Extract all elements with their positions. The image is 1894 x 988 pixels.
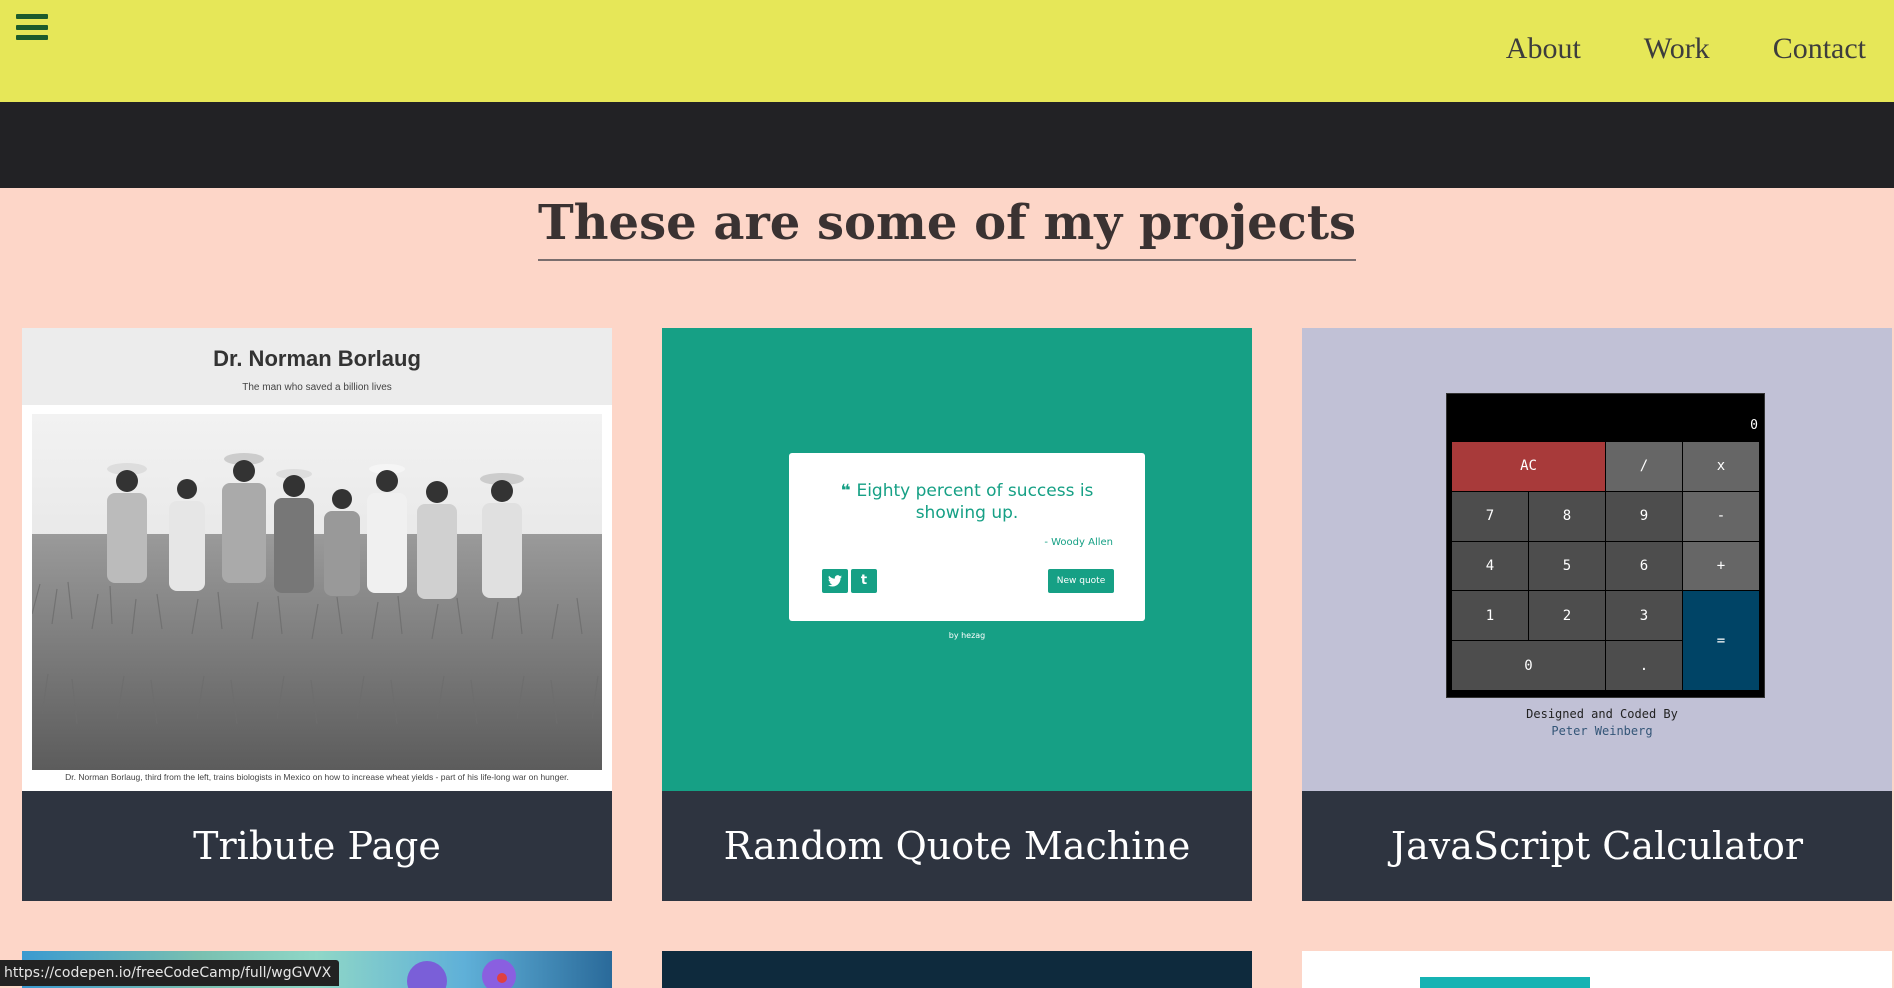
project-thumbnail: 0 AC / x 7 8 9 - 4 5 6 + 1 2 3 = 0 . Des… [1302,328,1892,791]
tribute-subheading: The man who saved a billion lives [242,382,392,393]
calculator-credit: Designed and Coded By Peter Weinberg [1302,706,1892,740]
nav-link-contact[interactable]: Contact [1773,32,1866,66]
quote-text-content: Eighty percent of success is showing up. [856,481,1094,523]
quote-icon: ❝ [840,481,857,501]
project-thumbnail: Dr. Norman Borlaug The man who saved a b… [22,328,612,791]
tribute-heading: Dr. Norman Borlaug [213,346,421,371]
project-title[interactable]: Random Quote Machine [662,791,1252,901]
quote-box: ❝ Eighty percent of success is showing u… [789,453,1145,621]
calculator-body: 0 AC / x 7 8 9 - 4 5 6 + 1 2 3 = 0 . [1446,393,1765,698]
quote-text: ❝ Eighty percent of success is showing u… [809,480,1125,524]
tumblr-button[interactable]: t [851,569,877,593]
calculator-keypad: AC / x 7 8 9 - 4 5 6 + 1 2 3 = 0 . [1452,442,1759,690]
hamburger-line [16,35,48,40]
nav-link-work[interactable]: Work [1644,32,1710,66]
calculator-display: 0 [1750,418,1758,433]
tribute-header: Dr. Norman Borlaug The man who saved a b… [22,328,612,405]
teal-bar [1420,977,1590,988]
calc-key-4[interactable]: 4 [1452,541,1528,591]
calc-key-equals[interactable]: = [1683,591,1759,690]
section-header: These are some of my projects [0,193,1894,261]
hamburger-menu-icon[interactable] [16,14,48,40]
credit-line-2: Peter Weinberg [1551,724,1653,738]
project-card-partial[interactable] [662,951,1252,988]
project-thumbnail: ❝ Eighty percent of success is showing u… [662,328,1252,791]
status-bar-url: https://codepen.io/freeCodeCamp/full/wgG… [0,960,340,986]
credit-line-1: Designed and Coded By [1526,707,1678,721]
map-blob [497,973,507,983]
calc-key-7[interactable]: 7 [1452,491,1528,541]
calc-key-decimal[interactable]: . [1606,641,1682,690]
quote-byline: by hezag [948,631,986,640]
calc-key-ac[interactable]: AC [1452,442,1605,491]
new-quote-button[interactable]: New quote [1048,569,1114,593]
tribute-caption: Dr. Norman Borlaug, third from the left,… [65,772,569,782]
nav-link-about[interactable]: About [1506,32,1581,66]
calc-key-3[interactable]: 3 [1606,591,1682,641]
calc-key-9[interactable]: 9 [1606,491,1682,541]
calc-key-5[interactable]: 5 [1529,541,1605,591]
hamburger-line [16,24,48,30]
calc-key-divide[interactable]: / [1606,442,1682,491]
project-card-tribute-page[interactable]: Dr. Norman Borlaug The man who saved a b… [22,328,612,901]
calc-key-2[interactable]: 2 [1529,591,1605,641]
project-card-random-quote-machine[interactable]: ❝ Eighty percent of success is showing u… [662,328,1252,901]
twitter-icon[interactable] [822,569,848,593]
map-blob [407,961,447,988]
wheat-field-photo [32,414,602,770]
navbar: About Work Contact [0,0,1894,102]
calc-key-0[interactable]: 0 [1452,641,1605,690]
nav-links: About Work Contact [1443,32,1866,66]
calc-key-subtract[interactable]: - [1683,491,1759,541]
calc-key-multiply[interactable]: x [1683,442,1759,491]
quote-author: - Woody Allen [1044,537,1113,548]
project-card-javascript-calculator[interactable]: 0 AC / x 7 8 9 - 4 5 6 + 1 2 3 = 0 . Des… [1302,328,1892,901]
calc-key-1[interactable]: 1 [1452,591,1528,641]
twitter-bird-icon [828,575,842,587]
dark-band [0,102,1894,188]
calc-key-8[interactable]: 8 [1529,491,1605,541]
calc-key-6[interactable]: 6 [1606,541,1682,591]
section-title: These are some of my projects [537,193,1357,261]
project-card-partial[interactable] [1302,951,1892,988]
hamburger-line [16,14,48,19]
project-title[interactable]: JavaScript Calculator [1302,791,1892,901]
project-title[interactable]: Tribute Page [22,791,612,901]
calc-key-add[interactable]: + [1683,541,1759,591]
